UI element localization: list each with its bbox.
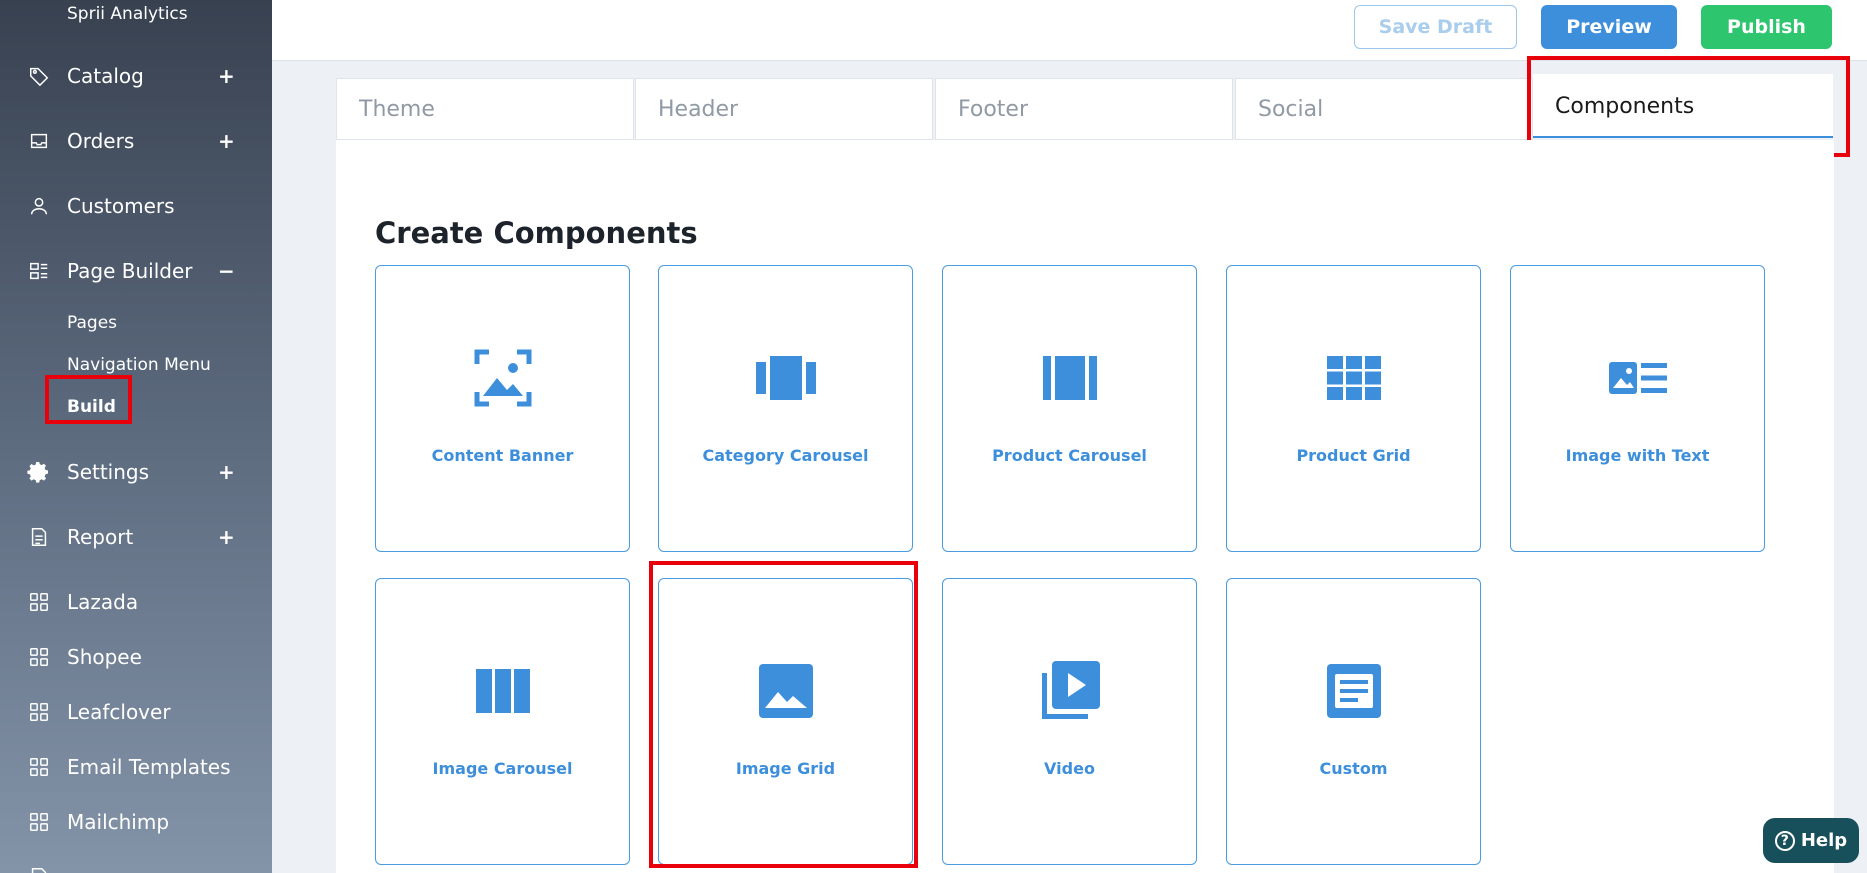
component-card-product-grid[interactable]: Product Grid bbox=[1226, 265, 1481, 552]
image-text-icon bbox=[1511, 346, 1764, 410]
sidebar: Sprii Analytics Catalog + Orders + Custo… bbox=[0, 0, 272, 873]
expand-icon[interactable]: + bbox=[218, 460, 235, 484]
sidebar-item-leafclover[interactable]: Leafclover bbox=[0, 692, 272, 732]
grid-icon bbox=[27, 645, 51, 669]
sidebar-subitem-build[interactable]: Build bbox=[67, 397, 116, 417]
user-icon bbox=[27, 194, 51, 218]
sidebar-item-page-builder[interactable]: Page Builder − bbox=[0, 251, 272, 291]
sidebar-subitem-navigation-menu[interactable]: Navigation Menu bbox=[67, 355, 211, 375]
expand-icon[interactable]: + bbox=[218, 64, 235, 88]
tab-components-label: Components bbox=[1555, 93, 1695, 119]
grid-icon bbox=[27, 810, 51, 834]
component-card-product-carousel[interactable]: Product Carousel bbox=[942, 265, 1197, 552]
sidebar-subitem-pages[interactable]: Pages bbox=[67, 313, 117, 333]
save-draft-button[interactable]: Save Draft bbox=[1354, 5, 1517, 49]
tab-theme[interactable]: Theme bbox=[336, 78, 634, 140]
component-card-image-carousel[interactable]: Image Carousel bbox=[375, 578, 630, 865]
columns-icon bbox=[376, 659, 629, 723]
tab-header[interactable]: Header bbox=[635, 78, 933, 140]
grid-icon bbox=[1227, 346, 1480, 410]
sidebar-item-lazada[interactable]: Lazada bbox=[0, 582, 272, 622]
help-button[interactable]: ? Help bbox=[1763, 818, 1859, 863]
sidebar-item-customers[interactable]: Customers bbox=[0, 186, 272, 226]
component-card-category-carousel[interactable]: Category Carousel bbox=[658, 265, 913, 552]
sidebar-item-sprii-analytics[interactable]: Sprii Analytics bbox=[67, 4, 188, 24]
sidebar-item-catalog[interactable]: Catalog + bbox=[0, 56, 272, 96]
component-card-custom[interactable]: Custom bbox=[1226, 578, 1481, 865]
sidebar-item-orders[interactable]: Orders + bbox=[0, 121, 272, 161]
active-tab-underline bbox=[1533, 136, 1833, 138]
gear-icon bbox=[27, 460, 51, 484]
grid-icon bbox=[27, 755, 51, 779]
page-builder-icon bbox=[27, 259, 51, 283]
preview-button[interactable]: Preview bbox=[1541, 5, 1677, 49]
document-icon bbox=[27, 865, 51, 873]
inbox-icon bbox=[27, 129, 51, 153]
document-icon bbox=[27, 525, 51, 549]
top-toolbar: Save Draft Preview Publish bbox=[272, 0, 1867, 61]
grid-icon bbox=[27, 590, 51, 614]
sidebar-item-shopee[interactable]: Shopee bbox=[0, 637, 272, 677]
tag-icon bbox=[27, 64, 51, 88]
expand-icon[interactable]: + bbox=[218, 129, 235, 153]
image-frame-icon bbox=[376, 346, 629, 410]
component-card-content-banner[interactable]: Content Banner bbox=[375, 265, 630, 552]
tab-footer[interactable]: Footer bbox=[935, 78, 1233, 140]
help-icon: ? bbox=[1774, 830, 1795, 851]
component-card-image-with-text[interactable]: Image with Text bbox=[1510, 265, 1765, 552]
view-carousel-icon bbox=[943, 346, 1196, 410]
grid-icon bbox=[27, 700, 51, 724]
sidebar-item-report[interactable]: Report + bbox=[0, 517, 272, 557]
component-card-video[interactable]: Video bbox=[942, 578, 1197, 865]
sidebar-item-partial bbox=[0, 857, 272, 873]
component-card-image-grid[interactable]: Image Grid bbox=[658, 578, 913, 865]
tab-social[interactable]: Social bbox=[1235, 78, 1533, 140]
publish-button[interactable]: Publish bbox=[1701, 5, 1832, 49]
sidebar-item-email-templates[interactable]: Email Templates bbox=[0, 747, 272, 787]
article-icon bbox=[1227, 659, 1480, 723]
tab-components[interactable]: Components bbox=[1533, 74, 1833, 138]
sidebar-item-settings[interactable]: Settings + bbox=[0, 452, 272, 492]
carousel-icon bbox=[659, 346, 912, 410]
sidebar-item-mailchimp[interactable]: Mailchimp bbox=[0, 802, 272, 842]
image-icon bbox=[659, 659, 912, 723]
video-library-icon bbox=[943, 659, 1196, 723]
expand-icon[interactable]: + bbox=[218, 525, 235, 549]
collapse-icon[interactable]: − bbox=[218, 259, 235, 283]
page-title: Create Components bbox=[375, 216, 698, 250]
